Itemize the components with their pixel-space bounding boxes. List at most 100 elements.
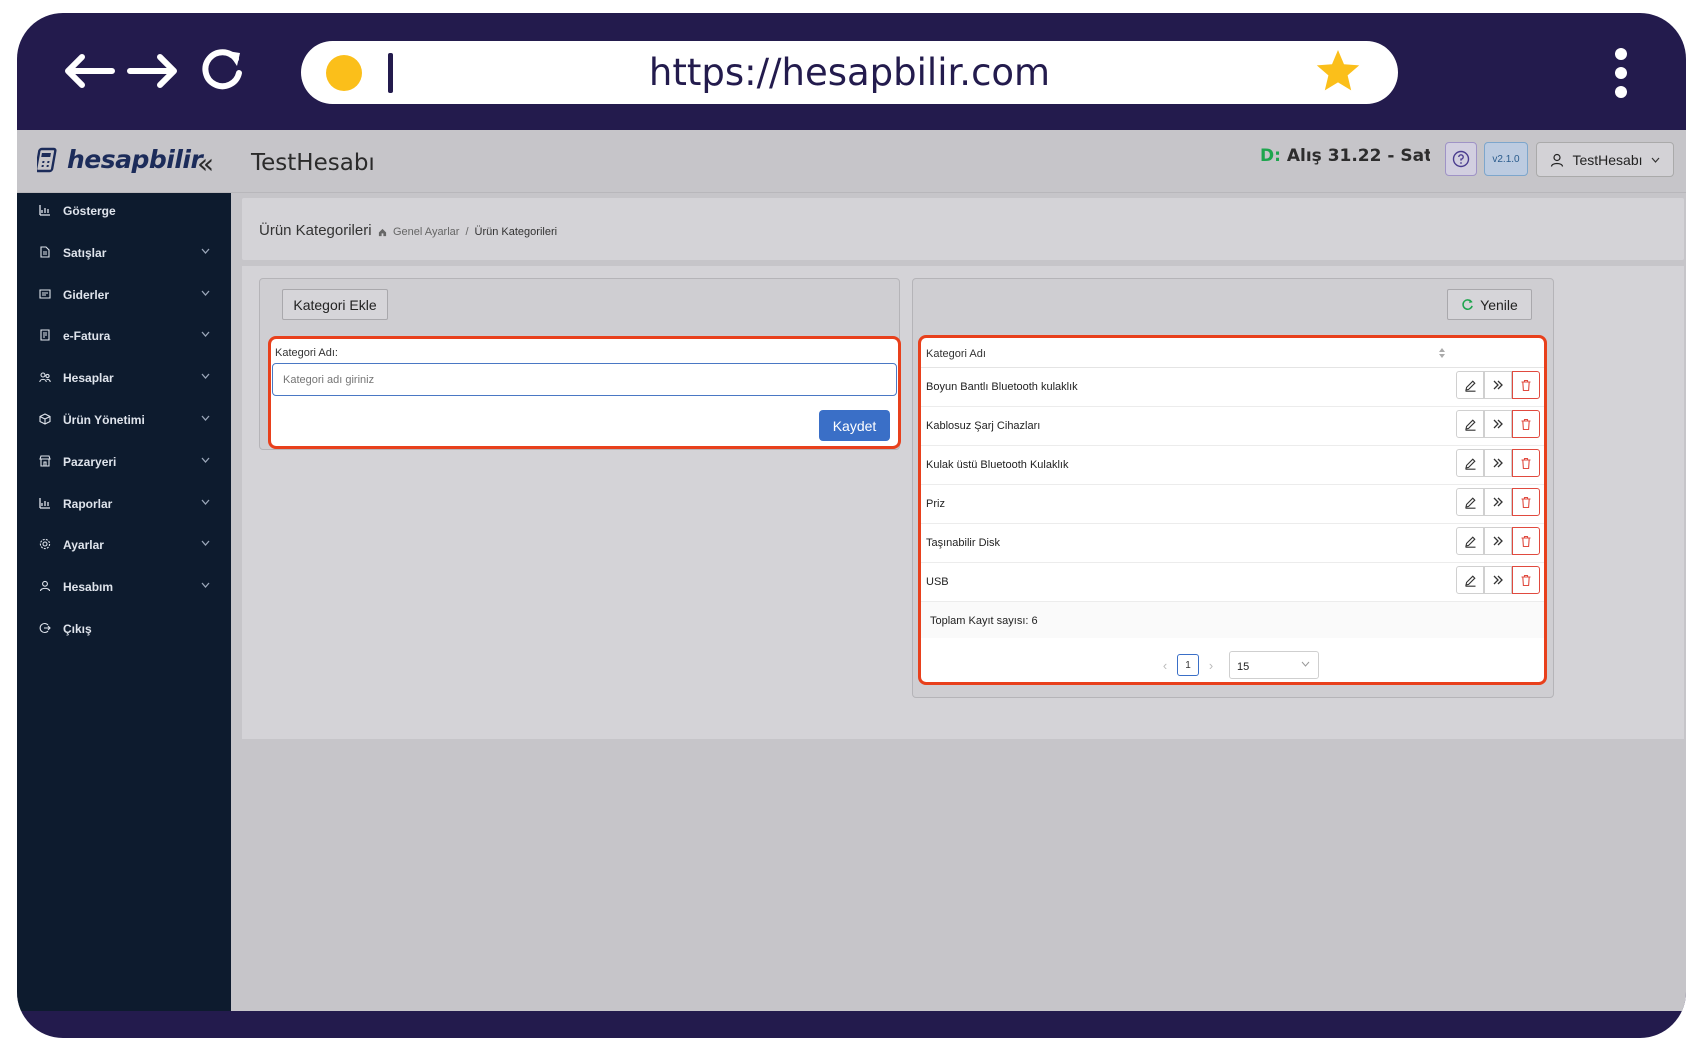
sidebar-item[interactable]: Hesabım — [17, 576, 231, 598]
breadcrumb-current: Ürün Kategorileri — [474, 226, 558, 238]
sidebar-collapse-button[interactable]: « — [197, 147, 214, 180]
sidebar-item[interactable]: Gösterge — [17, 200, 231, 222]
edit-button[interactable] — [1456, 449, 1484, 477]
sidebar-item[interactable]: Hesaplar — [17, 367, 231, 389]
detail-button[interactable] — [1484, 566, 1512, 594]
sidebar-item[interactable]: Çıkış — [17, 618, 231, 640]
gear-icon — [39, 539, 51, 550]
reload-icon[interactable] — [199, 47, 245, 93]
receipt-icon — [39, 289, 51, 299]
chevron-down-icon — [1651, 157, 1659, 163]
double-chevron-right-icon — [1493, 419, 1503, 429]
edit-button[interactable] — [1456, 410, 1484, 438]
edit-button[interactable] — [1456, 488, 1484, 516]
page-size-select[interactable]: 15 — [1229, 651, 1319, 679]
detail-button[interactable] — [1484, 488, 1512, 516]
invoice-icon — [40, 329, 50, 341]
chart-icon — [39, 205, 50, 216]
help-button[interactable] — [1445, 142, 1477, 176]
edit-button[interactable] — [1456, 566, 1484, 594]
category-list-card: Yenile Kategori Adı Boyun Bantlı Bluetoo… — [912, 278, 1554, 698]
detail-button[interactable] — [1484, 449, 1512, 477]
sidebar-item-label: Ayarlar — [63, 538, 104, 553]
sidebar-item[interactable]: Ürün Yönetimi — [17, 409, 231, 431]
refresh-button[interactable]: Yenile — [1447, 289, 1532, 320]
trash-icon — [1521, 457, 1531, 469]
sidebar-item-label: Hesaplar — [63, 371, 114, 386]
breadcrumb-link-genel-ayarlar[interactable]: Genel Ayarlar — [393, 226, 459, 238]
back-arrow-icon[interactable] — [60, 51, 118, 91]
sidebar-item-label: Hesabım — [63, 580, 114, 595]
category-name: USB — [926, 576, 949, 588]
sidebar-item[interactable]: Ayarlar — [17, 534, 231, 556]
sidebar-item[interactable]: Raporlar — [17, 493, 231, 515]
page-size-value: 15 — [1237, 661, 1250, 673]
user-icon — [1551, 153, 1564, 167]
table-row: Taşınabilir Disk — [921, 524, 1544, 563]
users-icon — [39, 372, 51, 383]
sidebar-item[interactable]: Giderler — [17, 284, 231, 306]
user-menu-button[interactable]: TestHesabı — [1536, 142, 1674, 177]
column-header-kategori-adi[interactable]: Kategori Adı — [926, 348, 986, 360]
detail-button[interactable] — [1484, 527, 1512, 555]
delete-button[interactable] — [1512, 410, 1540, 438]
delete-button[interactable] — [1512, 488, 1540, 516]
sidebar-item-label: Giderler — [63, 287, 110, 302]
edit-button[interactable] — [1456, 371, 1484, 399]
pencil-icon — [1464, 496, 1476, 509]
trash-icon — [1521, 535, 1531, 547]
double-chevron-right-icon — [1493, 458, 1503, 468]
total-count: Toplam Kayıt sayısı: 6 — [930, 615, 1038, 627]
logo-text: hesapbilir — [67, 145, 203, 174]
detail-button[interactable] — [1484, 371, 1512, 399]
version-badge[interactable]: v2.1.0 — [1484, 142, 1528, 176]
page-number[interactable]: 1 — [1177, 654, 1199, 676]
pencil-icon — [1464, 574, 1476, 587]
pencil-icon — [1464, 535, 1476, 548]
delete-button[interactable] — [1512, 371, 1540, 399]
sidebar-item[interactable]: e-Fatura — [17, 325, 231, 347]
delete-button[interactable] — [1512, 449, 1540, 477]
company-name: TestHesabı — [251, 150, 375, 176]
table-header: Kategori Adı — [921, 338, 1544, 368]
chevron-down-icon — [201, 499, 210, 505]
detail-button[interactable] — [1484, 410, 1512, 438]
home-icon[interactable] — [378, 228, 387, 237]
address-bar[interactable]: https://hesapbilir.com — [301, 41, 1398, 104]
category-name-label: Kategori Adı: — [275, 347, 338, 359]
chevron-down-icon — [1301, 661, 1310, 667]
bookmark-star-icon[interactable] — [1314, 47, 1362, 95]
next-page-icon[interactable]: › — [1205, 658, 1217, 673]
pencil-icon — [1464, 379, 1476, 392]
pencil-icon — [1464, 457, 1476, 470]
category-name-input[interactable] — [272, 363, 897, 396]
question-icon — [1452, 150, 1470, 168]
trash-icon — [1521, 379, 1531, 391]
exchange-rate-ticker: D: Alış 31.22 - Satış 31.2 — [1260, 146, 1430, 166]
prev-page-icon[interactable]: ‹ — [1159, 658, 1171, 673]
chevron-down-icon — [201, 457, 210, 463]
double-chevron-right-icon — [1493, 380, 1503, 390]
pencil-icon — [1464, 418, 1476, 431]
category-name: Boyun Bantlı Bluetooth kulaklık — [926, 381, 1078, 393]
browser-menu-icon[interactable] — [1611, 47, 1631, 99]
delete-button[interactable] — [1512, 527, 1540, 555]
logo[interactable]: hesapbilir — [37, 145, 203, 174]
sidebar-item-label: e-Fatura — [63, 329, 111, 344]
refresh-label: Yenile — [1480, 296, 1518, 313]
url-text[interactable]: https://hesapbilir.com — [301, 51, 1398, 94]
category-name: Kablosuz Şarj Cihazları — [926, 420, 1041, 432]
delete-button[interactable] — [1512, 566, 1540, 594]
rate-text: Alış 31.22 - Satış 31.2 — [1286, 146, 1430, 166]
sidebar-item[interactable]: Satışlar — [17, 242, 231, 264]
add-category-button[interactable]: Kategori Ekle — [282, 289, 388, 320]
save-button[interactable]: Kaydet — [819, 410, 890, 441]
sidebar: Gösterge Satışlar Giderler e-Fatura Hesaplar… — [17, 193, 231, 1011]
sort-icon[interactable] — [1438, 347, 1446, 359]
add-category-card: Kategori Ekle Kategori Adı: Kaydet — [259, 278, 901, 450]
pagination: ‹ 1 › 15 — [1159, 651, 1319, 679]
edit-button[interactable] — [1456, 527, 1484, 555]
forward-arrow-icon[interactable] — [124, 51, 182, 91]
sidebar-item[interactable]: Pazaryeri — [17, 451, 231, 473]
double-chevron-right-icon — [1493, 497, 1503, 507]
